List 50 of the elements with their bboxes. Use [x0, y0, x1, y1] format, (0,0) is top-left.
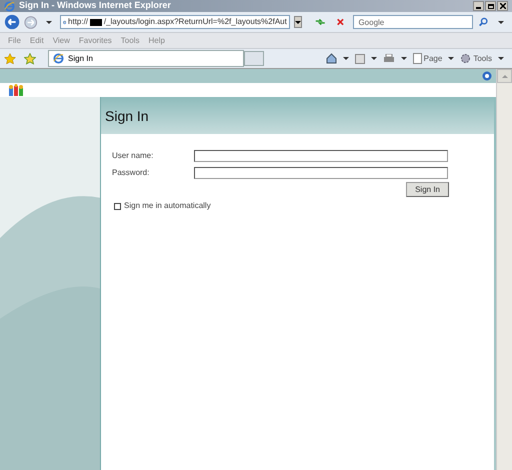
page-icon[interactable]: [412, 53, 422, 64]
stop-icon[interactable]: [334, 16, 346, 28]
redaction-bar: [90, 18, 102, 26]
dropdown-arrow-icon[interactable]: [498, 57, 504, 60]
sign-in-button[interactable]: Sign In: [406, 182, 449, 197]
browser-icon: [4, 0, 15, 12]
menu-item[interactable]: File: [8, 34, 21, 46]
people-logo-icon: [8, 84, 24, 96]
search-field[interactable]: Google: [353, 15, 474, 29]
dropdown-arrow-icon[interactable]: [498, 20, 504, 24]
maximize-button[interactable]: [485, 1, 496, 11]
menu-item[interactable]: View: [52, 34, 70, 46]
tools-menu[interactable]: Tools: [473, 52, 492, 64]
browser-tab[interactable]: Sign In: [48, 50, 244, 67]
address-dropdown-button[interactable]: [294, 16, 302, 28]
menu-item[interactable]: Edit: [30, 34, 44, 46]
text-field[interactable]: [194, 150, 448, 162]
address-field[interactable]: http:// /_layouts/login.aspx?ReturnUrl=%2f_layouts%2fAut: [60, 15, 290, 29]
dropdown-arrow-icon[interactable]: [370, 57, 377, 60]
dropdown-arrow-icon[interactable]: [46, 20, 52, 24]
checkbox-label: Sign me in automatically: [124, 200, 211, 212]
text-field[interactable]: [194, 166, 448, 178]
close-button[interactable]: [497, 1, 508, 11]
gear-icon[interactable]: [460, 53, 472, 64]
window-title: Sign In - Windows Internet Explorer: [19, 0, 171, 12]
search-icon[interactable]: [477, 16, 490, 28]
home-icon[interactable]: [326, 53, 337, 64]
help-icon[interactable]: [482, 71, 492, 81]
favorites-star-icon[interactable]: [4, 52, 16, 64]
printer-icon[interactable]: [382, 54, 395, 64]
browser-icon: [53, 53, 64, 64]
dropdown-arrow-icon[interactable]: [400, 57, 407, 60]
field-label: Password:: [112, 166, 150, 178]
menu-item[interactable]: Favorites: [78, 34, 112, 46]
menu-item[interactable]: Tools: [120, 34, 140, 46]
dropdown-arrow-icon[interactable]: [342, 57, 349, 60]
add-favorite-icon[interactable]: [24, 52, 36, 64]
refresh-icon[interactable]: [314, 16, 327, 28]
forward-button[interactable]: [24, 14, 38, 30]
back-button[interactable]: [4, 13, 20, 31]
url-text: http://: [68, 16, 88, 28]
page-heading: Sign In: [105, 107, 149, 126]
checkbox[interactable]: [114, 202, 121, 210]
field-label: User name:: [112, 150, 154, 162]
minimize-button[interactable]: [473, 1, 484, 11]
page-menu[interactable]: Page: [424, 52, 442, 64]
dropdown-arrow-icon[interactable]: [448, 57, 454, 60]
menu-item[interactable]: Help: [148, 34, 165, 46]
scrollbar[interactable]: [496, 69, 512, 470]
url-text: /_layouts/login.aspx?ReturnUrl=%2f_layouts%2fAut: [104, 16, 287, 28]
